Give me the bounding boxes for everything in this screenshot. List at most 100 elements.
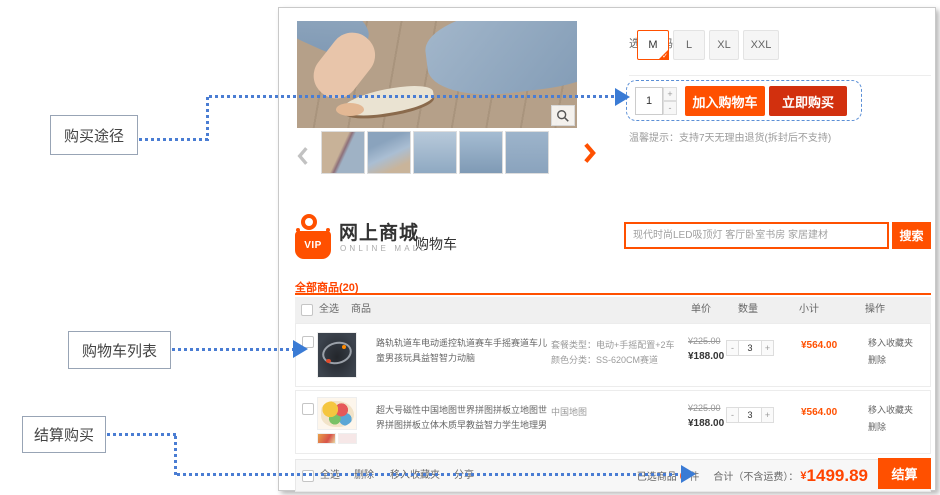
item-image-race-track[interactable]: [317, 332, 357, 378]
dotted-connector: [209, 95, 616, 98]
cart-row: 超大号磁性中国地图世界拼图拼板立地图世界拼图拼板立体木质早教益智力学生地理男 中…: [295, 390, 931, 454]
item-original-price: ¥225.00: [688, 403, 721, 413]
select-all-checkbox[interactable]: [301, 304, 313, 316]
size-option-label: XXL: [751, 39, 772, 51]
product-main-image[interactable]: [297, 21, 577, 128]
size-option-label: L: [686, 39, 692, 51]
product-cart-panel: 选择尺码: M ✓ L XL XXL + - 加入购物车 立即购买 温馨提示：支…: [278, 7, 936, 491]
map-shape: [321, 401, 354, 427]
dotted-connector: [172, 348, 294, 351]
vip-bag-logo[interactable]: VIP: [295, 213, 331, 259]
item-specs: 套餐类型：电动+手摇配置+2车 颜色分类：SS-620CM赛道: [551, 338, 691, 368]
header-subtotal: 小计: [799, 297, 819, 323]
search-input[interactable]: [624, 222, 889, 249]
item-checkbox[interactable]: [302, 403, 314, 415]
product-thumbnail[interactable]: [459, 131, 503, 174]
item-subtotal: ¥564.00: [801, 340, 837, 351]
annotation-cart-list: 购物车列表: [68, 331, 171, 369]
dotted-connector: [107, 433, 177, 436]
item-spec-line: 套餐类型：电动+手摇配置+2车: [551, 338, 691, 353]
item-spec-line: 颜色分类：SS-620CM赛道: [551, 353, 691, 368]
annotation-checkout: 结算购买: [22, 416, 106, 453]
item-specs: 中国地图: [551, 405, 691, 420]
size-option-label: M: [648, 39, 657, 51]
bag-body: VIP: [295, 231, 331, 259]
size-option-m[interactable]: M ✓: [637, 30, 669, 60]
quantity-decrease-button[interactable]: -: [663, 101, 677, 115]
page: 选择尺码: M ✓ L XL XXL + - 加入购物车 立即购买 温馨提示：支…: [0, 0, 940, 495]
chevron-left-icon[interactable]: [295, 134, 311, 178]
move-to-favorites-link[interactable]: 移入收藏夹: [868, 336, 913, 349]
product-thumbnail[interactable]: [367, 131, 411, 174]
item-title[interactable]: 超大号磁性中国地图世界拼图拼板立地图世界拼图拼板立体木质早教益智力学生地理男: [376, 403, 548, 433]
car-dot-shape: [326, 359, 331, 363]
total-amount: 1499.89: [807, 466, 868, 486]
item-title[interactable]: 路轨轨道车电动遥控轨道赛车手摇赛道车儿童男孩玩具益智智力动脑: [376, 336, 548, 366]
cart-page-title: 购物车: [415, 234, 457, 254]
cart-table-header: 全选 商品 单价 数量 小计 操作: [295, 297, 931, 323]
quantity-increase-button[interactable]: +: [761, 340, 774, 356]
search-button[interactable]: 搜索: [892, 222, 931, 249]
dotted-connector: [139, 138, 209, 141]
item-quantity-input[interactable]: [739, 407, 761, 423]
delete-link[interactable]: 删除: [868, 420, 886, 433]
size-option-xxl[interactable]: XXL: [743, 30, 779, 60]
annotation-label: 购物车列表: [82, 340, 157, 361]
photo-denim-shape: [421, 21, 577, 103]
header-select-all: 全选: [319, 297, 339, 323]
mall-name: 网上商城: [339, 218, 419, 245]
cart-row: 路轨轨道车电动遥控轨道赛车手摇赛道车儿童男孩玩具益智智力动脑 套餐类型：电动+手…: [295, 323, 931, 387]
checkout-button[interactable]: 结算: [878, 458, 931, 489]
product-thumbnail[interactable]: [413, 131, 457, 174]
size-option-label: XL: [717, 39, 730, 51]
quantity-input[interactable]: [635, 87, 663, 115]
header-actions: 操作: [865, 297, 885, 323]
item-subtotal: ¥564.00: [801, 407, 837, 418]
arrow-right-icon: [615, 88, 630, 106]
item-quantity-input[interactable]: [739, 340, 761, 356]
dotted-connector: [177, 473, 682, 476]
annotation-label: 购买途径: [64, 125, 124, 146]
quantity-increase-button[interactable]: +: [761, 407, 774, 423]
size-option-xl[interactable]: XL: [709, 30, 739, 60]
add-to-cart-button[interactable]: 加入购物车: [685, 86, 765, 116]
section-underline: [295, 293, 931, 295]
item-image-mini[interactable]: [317, 433, 336, 444]
header-product: 商品: [351, 297, 371, 323]
header-unit-price: 单价: [691, 297, 711, 323]
arrow-right-icon: [293, 340, 308, 358]
annotation-purchase-path: 购买途径: [50, 115, 138, 155]
divider: [629, 75, 931, 76]
buy-now-button[interactable]: 立即购买: [769, 86, 847, 116]
quantity-increase-button[interactable]: +: [663, 87, 677, 101]
check-icon: ✓: [662, 52, 668, 60]
return-policy-notice: 温馨提示：支持7天无理由退货(拆封后不支持): [629, 129, 831, 144]
magnifier-icon[interactable]: [551, 105, 575, 126]
item-image-china-map[interactable]: [317, 397, 357, 430]
item-image-mini[interactable]: [338, 433, 357, 444]
car-dot-shape: [342, 345, 346, 349]
size-option-l[interactable]: L: [673, 30, 705, 60]
item-spec-line: 中国地图: [551, 405, 691, 420]
select-all-checkbox[interactable]: [302, 470, 314, 482]
total-label: 合计（不含运费）：: [713, 468, 798, 483]
product-thumbnail[interactable]: [505, 131, 549, 174]
dotted-connector: [206, 97, 209, 141]
move-to-favorites-link[interactable]: 移入收藏夹: [868, 403, 913, 416]
delete-link[interactable]: 删除: [868, 353, 886, 366]
arrow-right-icon: [681, 465, 696, 483]
item-quantity-stepper: - +: [726, 340, 774, 356]
product-thumbnail[interactable]: [321, 131, 365, 174]
bag-handle-icon: [301, 214, 317, 230]
item-price: ¥188.00: [688, 418, 724, 429]
quantity-decrease-button[interactable]: -: [726, 407, 739, 423]
dotted-connector: [174, 436, 177, 475]
quantity-decrease-button[interactable]: -: [726, 340, 739, 356]
track-shape: [320, 339, 354, 368]
item-original-price: ¥225.00: [688, 336, 721, 346]
annotation-label: 结算购买: [34, 424, 94, 445]
chevron-right-icon[interactable]: [581, 131, 597, 175]
item-quantity-stepper: - +: [726, 407, 774, 423]
item-price: ¥188.00: [688, 351, 724, 362]
header-quantity: 数量: [738, 297, 758, 323]
